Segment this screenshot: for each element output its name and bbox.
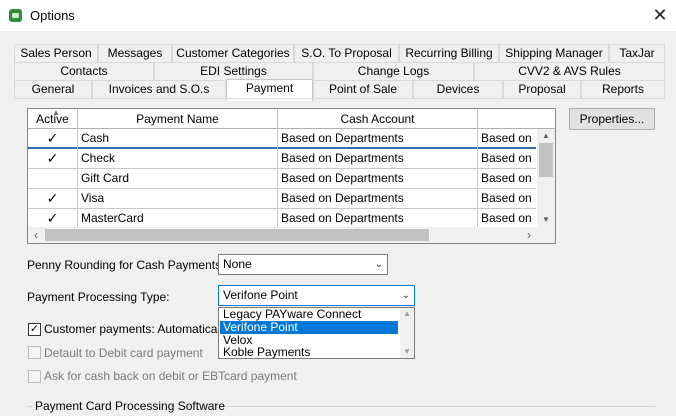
auto-distribute-label: Customer payments: Automatically dis — [44, 322, 248, 336]
column-header-active[interactable]: ▲ Active — [28, 109, 78, 129]
chevron-down-icon: ⌄ — [374, 259, 383, 270]
tab-change-logs[interactable]: Change Logs — [313, 62, 474, 81]
cash-back-checkbox[interactable] — [28, 370, 41, 383]
active-check-icon[interactable]: ✓ — [28, 149, 78, 169]
processing-type-value: Verifone Point — [223, 288, 298, 302]
close-button[interactable]: ✕ — [646, 3, 674, 27]
tab-taxjar[interactable]: TaxJar — [609, 44, 665, 63]
cell-payment-name[interactable]: Cash — [78, 129, 278, 149]
auto-distribute-checkbox[interactable]: ✓ — [28, 323, 41, 336]
table-row[interactable]: ✓ Visa Based on Departments Based on De — [28, 189, 536, 209]
scroll-down-icon[interactable]: ▼ — [537, 213, 555, 227]
tab-so-to-proposal[interactable]: S.O. To Proposal — [294, 44, 399, 63]
cell-payment-name[interactable]: Visa — [78, 189, 278, 209]
cell-payment-name[interactable]: Check — [78, 149, 278, 169]
tab-recurring-billing[interactable]: Recurring Billing — [399, 44, 499, 63]
default-debit-checkbox[interactable] — [28, 346, 41, 359]
column-header-extra[interactable] — [478, 109, 537, 129]
app-icon — [9, 9, 22, 22]
dropdown-option[interactable]: Koble Payments — [220, 346, 398, 359]
cell-extra[interactable]: Based on De — [478, 169, 536, 189]
penny-rounding-value: None — [223, 257, 252, 271]
tab-reports[interactable]: Reports — [581, 80, 665, 99]
chevron-down-icon: ⌄ — [401, 290, 410, 301]
active-check-icon[interactable] — [28, 169, 78, 189]
table-row[interactable]: Gift Card Based on Departments Based on … — [28, 169, 536, 189]
title-bar: Options ✕ — [0, 0, 676, 31]
tab-customer-categories[interactable]: Customer Categories — [172, 44, 294, 63]
tab-sales-person[interactable]: Sales Person — [14, 44, 98, 63]
grid-vertical-scrollbar[interactable]: ▲ ▼ — [537, 129, 555, 227]
active-check-icon[interactable]: ✓ — [28, 209, 78, 229]
scroll-left-icon[interactable]: ‹ — [28, 227, 44, 243]
column-header-cash-account[interactable]: Cash Account — [278, 109, 478, 129]
processing-type-select[interactable]: Verifone Point ⌄ — [218, 285, 415, 306]
active-check-icon[interactable]: ✓ — [28, 189, 78, 209]
cell-cash-account[interactable]: Based on Departments — [278, 129, 478, 149]
cell-payment-name[interactable]: Gift Card — [78, 169, 278, 189]
tab-invoices-and-sos[interactable]: Invoices and S.O.s — [92, 80, 226, 99]
scroll-down-icon[interactable]: ▼ — [400, 346, 414, 358]
cell-extra[interactable]: Based on De — [478, 189, 536, 209]
table-row[interactable]: ✓ Cash Based on Departments Based on De — [28, 129, 536, 149]
horizontal-scroll-thumb[interactable] — [45, 229, 429, 241]
cell-cash-account[interactable]: Based on Departments — [278, 189, 478, 209]
properties-button[interactable]: Properties... — [569, 108, 655, 130]
dropdown-scrollbar[interactable]: ▲ ▼ — [400, 308, 414, 358]
cell-cash-account[interactable]: Based on Departments — [278, 169, 478, 189]
table-row[interactable]: ✓ MasterCard Based on Departments Based … — [28, 209, 536, 229]
active-check-icon[interactable]: ✓ — [28, 129, 78, 149]
tab-shipping-manager[interactable]: Shipping Manager — [499, 44, 609, 63]
grid-horizontal-scrollbar[interactable]: ‹ › — [28, 227, 537, 243]
tab-panel-border — [14, 98, 665, 99]
processing-type-dropdown-list[interactable]: Legacy PAYware Connect Verifone Point Ve… — [218, 307, 415, 359]
tab-general[interactable]: General — [14, 80, 92, 99]
cash-back-label: Ask for cash back on debit or EBTcard pa… — [44, 369, 297, 383]
sort-ascending-icon: ▲ — [52, 109, 60, 117]
window-title: Options — [30, 8, 75, 23]
cell-extra[interactable]: Based on De — [478, 129, 536, 149]
group-title: Payment Card Processing Software — [32, 399, 229, 413]
scroll-up-icon[interactable]: ▲ — [537, 129, 555, 143]
cell-extra[interactable]: Based on De — [478, 149, 536, 169]
tab-contacts[interactable]: Contacts — [14, 62, 154, 81]
column-header-payment-name[interactable]: Payment Name — [78, 109, 278, 129]
cell-payment-name[interactable]: MasterCard — [78, 209, 278, 229]
processing-type-label: Payment Processing Type: — [27, 290, 170, 304]
cell-cash-account[interactable]: Based on Departments — [278, 209, 478, 229]
scroll-right-icon[interactable]: › — [521, 227, 537, 243]
tab-proposal[interactable]: Proposal — [503, 80, 581, 99]
table-row[interactable]: ✓ Check Based on Departments Based on De — [28, 149, 536, 169]
vertical-scroll-thumb[interactable] — [539, 143, 553, 177]
cell-extra[interactable]: Based on De — [478, 209, 536, 229]
default-debit-label: Detault to Debit card payment — [44, 346, 203, 360]
tab-devices[interactable]: Devices — [413, 80, 503, 99]
penny-rounding-select[interactable]: None ⌄ — [218, 254, 388, 275]
penny-rounding-label: Penny Rounding for Cash Payments: — [27, 258, 225, 272]
tab-cvv2-avs-rules[interactable]: CVV2 & AVS Rules — [474, 62, 665, 81]
tab-messages[interactable]: Messages — [98, 44, 172, 63]
grid-header: ▲ Active Payment Name Cash Account — [28, 109, 555, 129]
tab-point-of-sale[interactable]: Point of Sale — [313, 80, 413, 99]
scrollbar-corner — [537, 227, 555, 243]
cell-cash-account[interactable]: Based on Departments — [278, 149, 478, 169]
scroll-up-icon[interactable]: ▲ — [400, 308, 414, 320]
payments-grid[interactable]: ▲ Active Payment Name Cash Account ✓ Cas… — [27, 108, 556, 244]
